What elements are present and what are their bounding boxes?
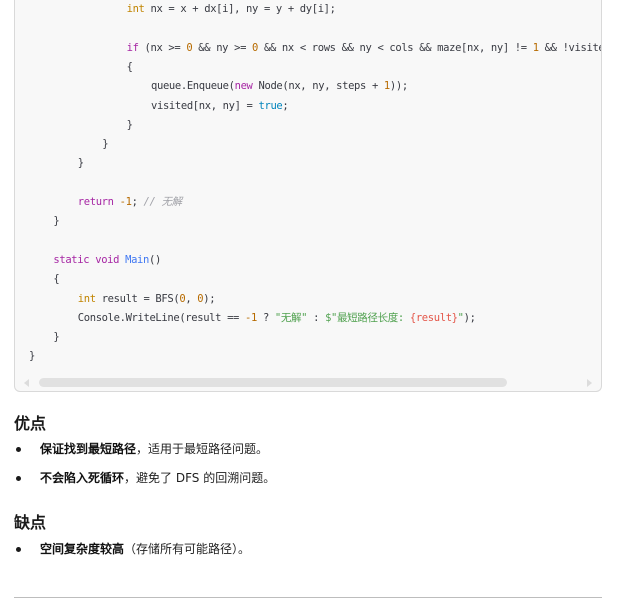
code-token: new bbox=[234, 80, 253, 93]
code-token: true bbox=[258, 99, 283, 112]
code-token: Node(nx, ny, steps + bbox=[252, 80, 384, 93]
item-text: ，避免了 DFS 的回溯问题。 bbox=[124, 471, 276, 485]
bullet-icon bbox=[16, 447, 21, 452]
code-line: } bbox=[53, 212, 59, 231]
code-token: "无解" bbox=[274, 311, 308, 324]
item-text: （存储所有可能路径）。 bbox=[124, 542, 251, 556]
code-line: { bbox=[53, 270, 59, 289]
code-line: int nx = x + dx[i], ny = y + dy[i]; bbox=[127, 0, 336, 19]
code-line: } bbox=[53, 328, 59, 347]
code-token: ; bbox=[282, 99, 289, 112]
horizontal-scrollbar[interactable] bbox=[15, 374, 601, 391]
code-block: int nx = x + dx[i], ny = y + dy[i]; if (n… bbox=[14, 0, 602, 392]
code-token: return bbox=[77, 196, 114, 208]
code-token: -1 bbox=[119, 196, 132, 208]
code-line: int result = BFS(0, 0); bbox=[77, 290, 216, 309]
code-token: $"最短路径长度: bbox=[325, 311, 410, 324]
code-token: void bbox=[95, 253, 120, 266]
code-token: { bbox=[126, 60, 133, 73]
code-token: } bbox=[126, 118, 133, 131]
code-line: } bbox=[102, 135, 108, 154]
code-token: Main bbox=[125, 253, 149, 266]
code-token: )); bbox=[389, 80, 408, 93]
code-token: result = BFS( bbox=[95, 292, 180, 305]
bullet-icon bbox=[16, 547, 21, 552]
code-token: (nx >= bbox=[138, 41, 187, 54]
bullet-icon bbox=[16, 476, 21, 481]
code-token: ? bbox=[256, 311, 275, 324]
caret-left-icon[interactable] bbox=[24, 379, 29, 387]
code-token: int bbox=[77, 292, 96, 305]
code-token: && ny >= bbox=[192, 41, 253, 54]
item-bold: 空间复杂度较高 bbox=[40, 542, 125, 556]
code-token: : bbox=[307, 311, 326, 324]
code-token: {result} bbox=[409, 311, 458, 324]
code-token: -1 bbox=[245, 311, 257, 324]
caret-right-icon[interactable] bbox=[587, 379, 592, 387]
code-line: } bbox=[29, 347, 35, 366]
code-token: } bbox=[102, 138, 109, 151]
code-line: } bbox=[78, 154, 84, 173]
item-text: ，适用于最短路径问题。 bbox=[136, 442, 269, 456]
section-divider bbox=[14, 597, 602, 598]
code-token: } bbox=[29, 350, 35, 363]
code-line: queue.Enqueue(new Node(nx, ny, steps + 1… bbox=[151, 77, 408, 96]
code-token: nx = x + dx[i], ny = y + dy[i]; bbox=[144, 3, 336, 15]
pros-heading: 优点 bbox=[14, 414, 47, 433]
code-line: { bbox=[127, 58, 133, 77]
code-token: ; bbox=[131, 196, 144, 208]
code-line: return -1; // 无解 bbox=[78, 193, 182, 212]
code-token: Console.WriteLine(result == bbox=[77, 311, 246, 324]
code-token: } bbox=[77, 157, 84, 170]
item-bold: 不会陷入死循环 bbox=[40, 471, 125, 485]
code-line: static void Main() bbox=[53, 251, 161, 270]
code-line: Console.WriteLine(result == -1 ? "无解" : … bbox=[78, 309, 476, 328]
code-token: , bbox=[185, 292, 198, 305]
code-token: } bbox=[53, 331, 60, 344]
code-token: static bbox=[53, 253, 90, 266]
scrollbar-thumb[interactable] bbox=[39, 378, 507, 387]
code-token: int bbox=[126, 3, 145, 15]
code-token: ); bbox=[463, 311, 476, 324]
code-token: () bbox=[148, 253, 161, 266]
code-token: } bbox=[53, 215, 60, 228]
code-token: && !visited[nx, ny]) bbox=[544, 41, 601, 54]
code-token: if bbox=[126, 41, 139, 54]
code-line: visited[nx, ny] = true; bbox=[151, 97, 289, 116]
code-line: } bbox=[127, 116, 133, 135]
cons-heading: 缺点 bbox=[14, 513, 47, 532]
code-token: queue.Enqueue( bbox=[151, 80, 235, 93]
code-line: if (nx >= 0 && ny >= 0 && nx < rows && n… bbox=[126, 39, 601, 58]
code-token: visited[nx, ny] = bbox=[151, 99, 259, 112]
item-bold: 保证找到最短路径 bbox=[40, 442, 137, 456]
code-token: // 无解 bbox=[143, 196, 183, 208]
code-token: { bbox=[53, 273, 60, 286]
code-token: ); bbox=[203, 292, 216, 305]
code-token: && nx < rows && ny < cols && maze[nx, ny… bbox=[258, 41, 533, 54]
